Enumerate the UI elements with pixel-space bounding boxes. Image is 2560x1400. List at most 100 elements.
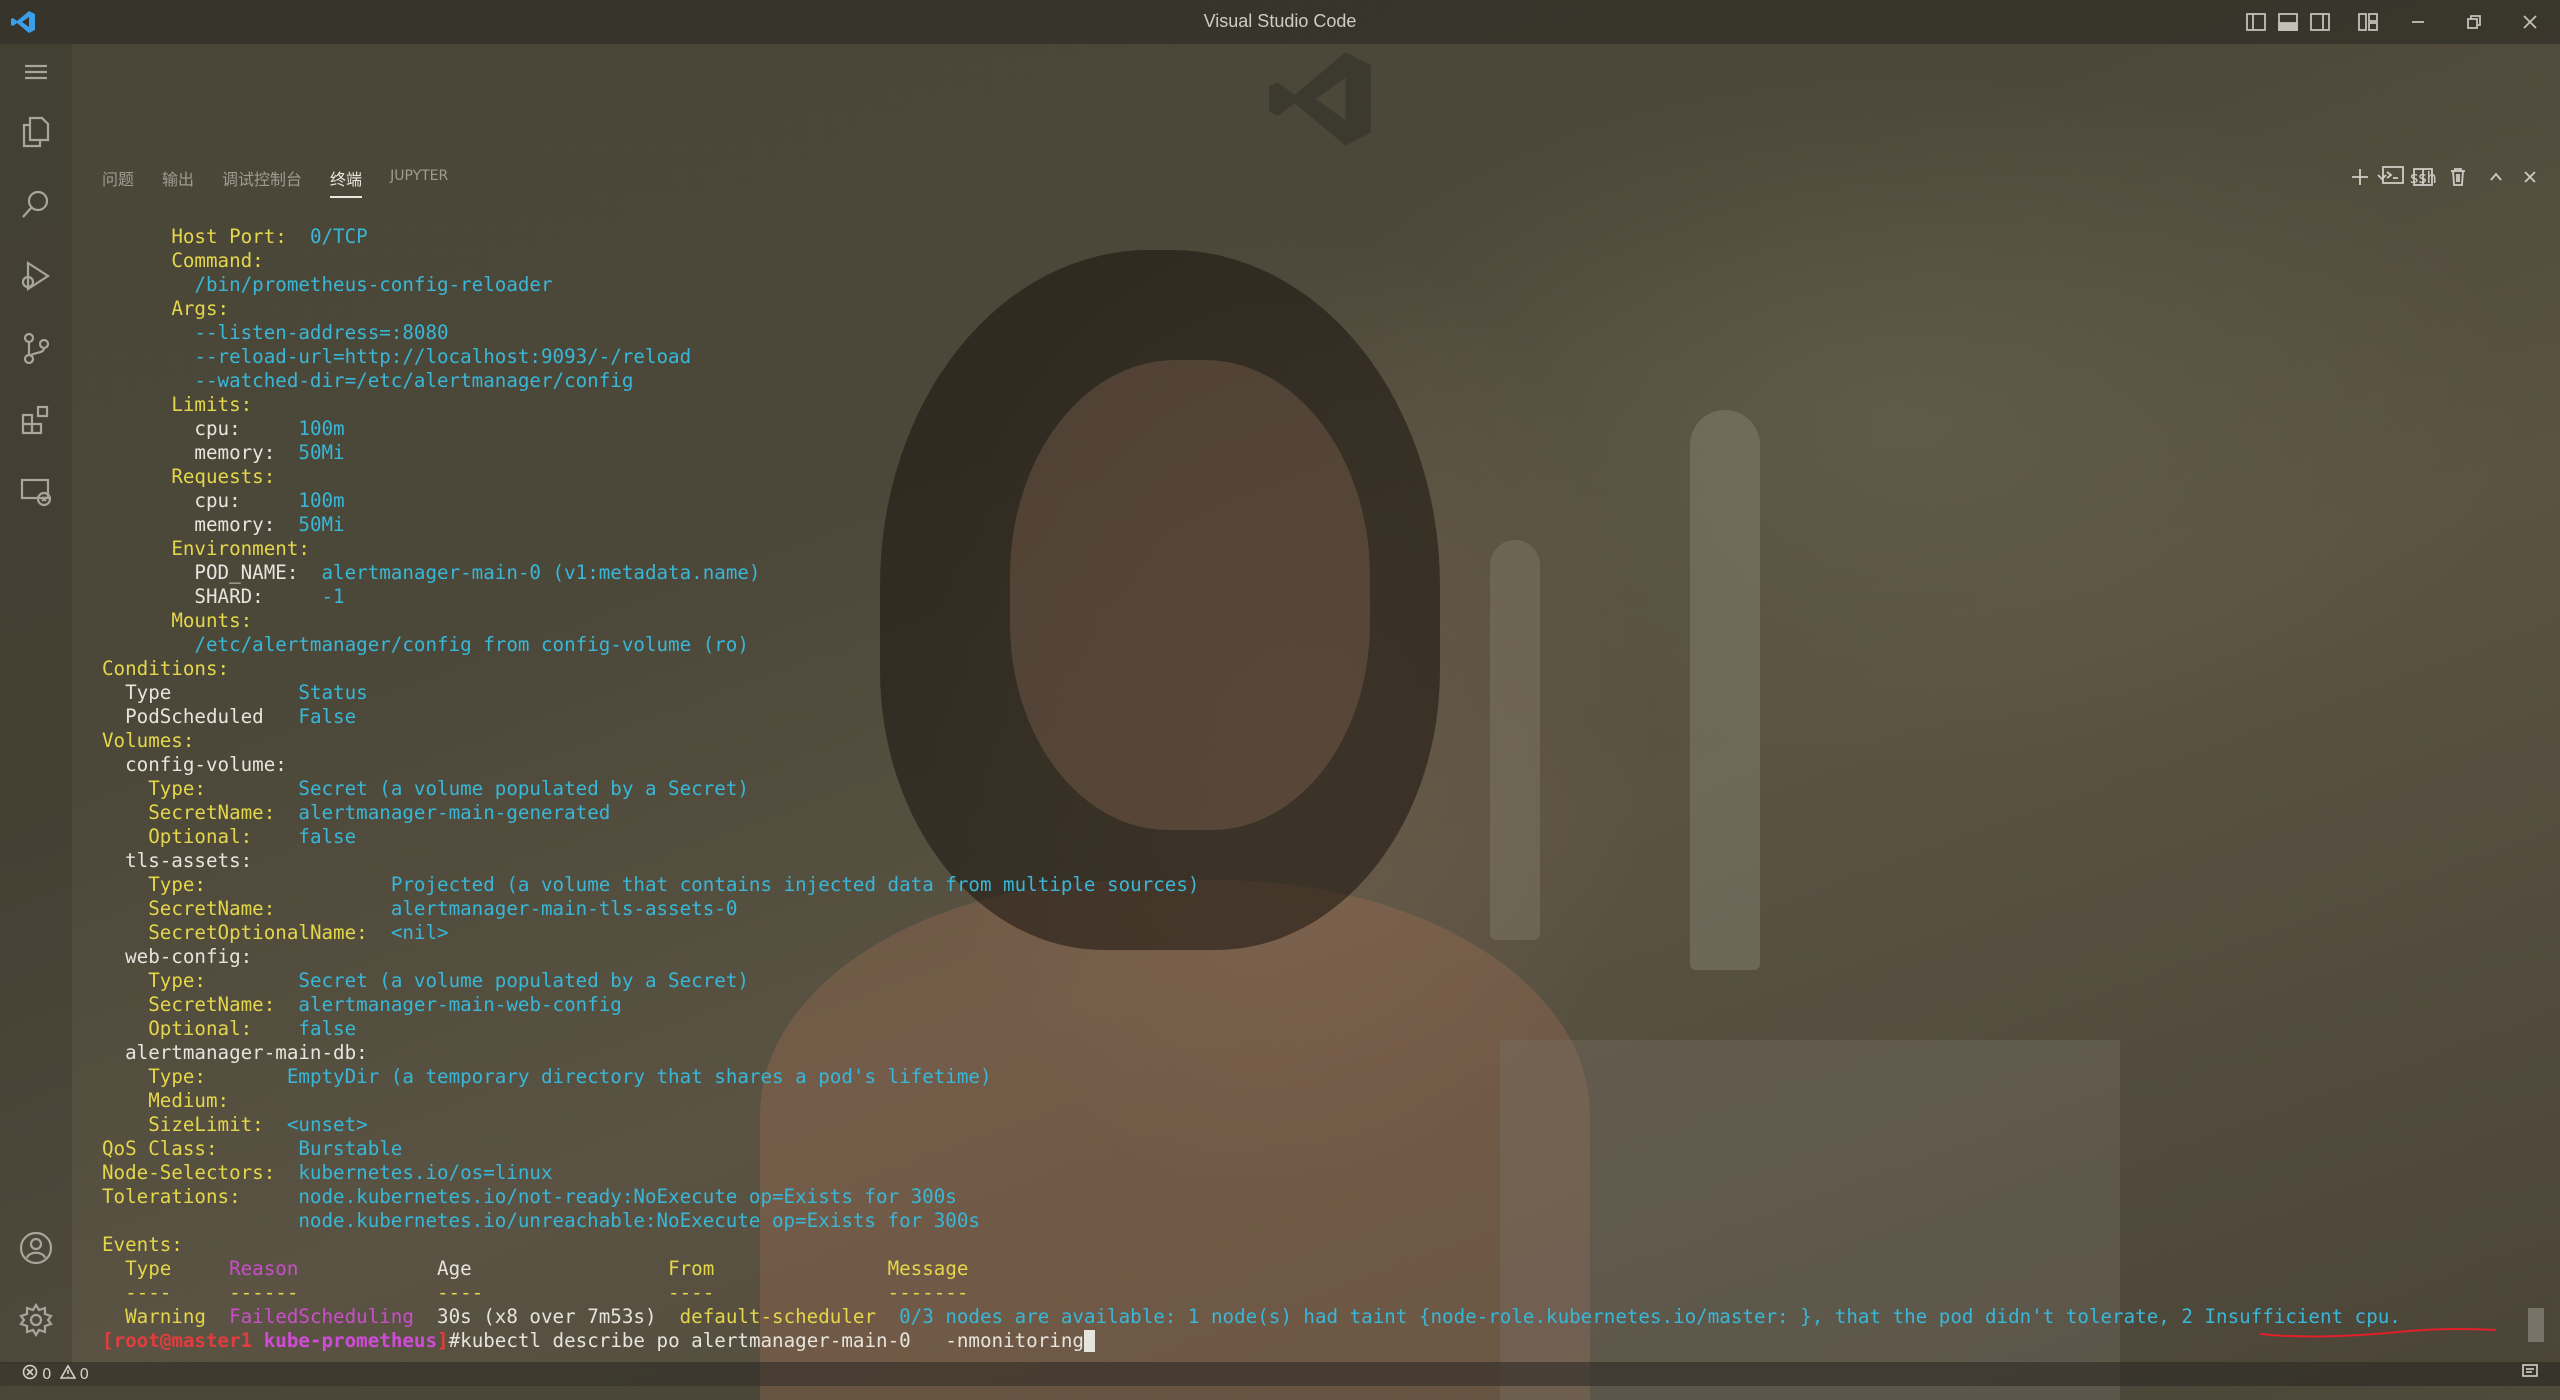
- terminal-text-segment: Projected (a volume that contains inject…: [205, 873, 1200, 896]
- close-panel-icon[interactable]: [2518, 162, 2542, 192]
- terminal-line: web-config:: [102, 945, 2502, 969]
- terminal-line: Optional: false: [102, 1017, 2502, 1041]
- terminal-line: cpu: 100m: [102, 417, 2502, 441]
- terminal-text-segment: 100m: [298, 417, 345, 440]
- terminal-line: memory: 50Mi: [102, 441, 2502, 465]
- terminal-line: Tolerations: node.kubernetes.io/not-read…: [102, 1185, 2502, 1209]
- toggle-primary-sidebar-icon[interactable]: [2244, 10, 2268, 34]
- source-control-icon[interactable]: [14, 326, 58, 370]
- terminal-line: --reload-url=http://localhost:9093/-/rel…: [102, 345, 2502, 369]
- terminal-text-segment: Mounts:: [171, 609, 253, 632]
- terminal-line: Type Reason Age From Message: [102, 1257, 2502, 1281]
- vscode-logo-icon[interactable]: [10, 9, 36, 35]
- red-annotation-underline: [2259, 1327, 2497, 1338]
- tab-problems[interactable]: 问题: [88, 158, 148, 198]
- terminal-line: SecretName: alertmanager-main-tls-assets…: [102, 897, 2502, 921]
- terminal-text-segment: config-volume:: [102, 753, 287, 776]
- terminal-line: SHARD: -1: [102, 585, 2502, 609]
- terminal-text-segment: EmptyDir (a temporary directory that sha…: [205, 1065, 992, 1088]
- terminal-text-segment: cpu:: [102, 489, 299, 512]
- terminal-text-segment: Type:: [148, 969, 206, 992]
- terminal-line: Node-Selectors: kubernetes.io/os=linux: [102, 1161, 2502, 1185]
- extensions-icon[interactable]: [14, 398, 58, 442]
- terminal-text-segment: SHARD:: [102, 585, 322, 608]
- remote-explorer-icon[interactable]: [14, 470, 58, 514]
- terminal-cursor: [1083, 1330, 1095, 1352]
- activity-bar: [0, 44, 72, 1364]
- terminal-line: Limits:: [102, 393, 2502, 417]
- terminal-text-segment: memory:: [102, 513, 299, 536]
- close-window-icon[interactable]: [2518, 10, 2542, 34]
- explorer-icon[interactable]: [14, 110, 58, 154]
- terminal-line: POD_NAME: alertmanager-main-0 (v1:metada…: [102, 561, 2502, 585]
- chevron-down-icon[interactable]: [2374, 162, 2390, 192]
- minimize-window-icon[interactable]: [2406, 10, 2430, 34]
- split-terminal-icon[interactable]: [2410, 162, 2436, 192]
- terminal-line: PodScheduled False: [102, 705, 2502, 729]
- terminal-line: node.kubernetes.io/unreachable:NoExecute…: [102, 1209, 2502, 1233]
- terminal-line: --listen-address=:8080: [102, 321, 2502, 345]
- terminal-text-segment: node.kubernetes.io/unreachable:NoExecute…: [102, 1209, 980, 1232]
- title-bar: Visual Studio Code: [0, 0, 2560, 44]
- status-bar: 0 0: [0, 1362, 2560, 1386]
- terminal-line: Type: Secret (a volume populated by a Se…: [102, 969, 2502, 993]
- terminal-line: QoS Class: Burstable: [102, 1137, 2502, 1161]
- settings-gear-icon[interactable]: [14, 1298, 58, 1342]
- terminal-line: Volumes:: [102, 729, 2502, 753]
- new-terminal-icon[interactable]: [2348, 162, 2372, 192]
- toggle-secondary-sidebar-icon[interactable]: [2308, 10, 2332, 34]
- tab-jupyter[interactable]: JUPYTER: [376, 158, 462, 198]
- terminal-output[interactable]: Host Port: 0/TCP Command: /bin/prometheu…: [102, 225, 2502, 1353]
- tab-terminal[interactable]: 终端: [316, 158, 376, 198]
- tab-output[interactable]: 输出: [148, 158, 208, 198]
- terminal-line: tls-assets:: [102, 849, 2502, 873]
- terminal-line: Conditions:: [102, 657, 2502, 681]
- menu-icon[interactable]: [14, 50, 58, 94]
- toggle-panel-icon[interactable]: [2276, 10, 2300, 34]
- terminal-text-segment: 0/TCP: [286, 225, 368, 248]
- terminal-text-segment: [: [102, 1329, 114, 1352]
- window-title: Visual Studio Code: [1203, 11, 1357, 31]
- warning-icon: [59, 1364, 76, 1384]
- terminal-line: config-volume:: [102, 753, 2502, 777]
- maximize-panel-icon[interactable]: [2484, 162, 2508, 192]
- terminal-text-segment: SecretName:: [148, 897, 276, 920]
- terminal-line: memory: 50Mi: [102, 513, 2502, 537]
- problems-status[interactable]: 0 0: [22, 1364, 89, 1384]
- terminal-text-segment: alertmanager-main-db:: [102, 1041, 368, 1064]
- error-icon: [22, 1364, 38, 1384]
- terminal-line: Optional: false: [102, 825, 2502, 849]
- customize-layout-icon[interactable]: [2356, 10, 2380, 34]
- restore-window-icon[interactable]: [2462, 10, 2486, 34]
- terminal-text-segment: Type: [102, 1257, 230, 1280]
- terminal-text-segment: web-config:: [102, 945, 253, 968]
- account-icon[interactable]: [14, 1226, 58, 1270]
- terminal-scrollbar[interactable]: [2528, 1308, 2544, 1342]
- terminal-text-segment: alertmanager-main-tls-assets-0: [275, 897, 738, 920]
- terminal-text-segment: Secret (a volume populated by a Secret): [205, 777, 749, 800]
- tab-debug-console[interactable]: 调试控制台: [208, 158, 316, 198]
- kill-terminal-icon[interactable]: [2446, 162, 2470, 192]
- search-icon[interactable]: [14, 182, 58, 226]
- terminal-text-segment: QoS Class:: [102, 1137, 218, 1160]
- terminal-text-segment: 100m: [298, 489, 345, 512]
- terminal-line: Type Status: [102, 681, 2502, 705]
- terminal-line: Type: Projected (a volume that contains …: [102, 873, 2502, 897]
- terminal-text-segment: Volumes:: [102, 729, 195, 752]
- terminal-line: SecretOptionalName: <nil>: [102, 921, 2502, 945]
- notifications-icon[interactable]: [2522, 1364, 2540, 1384]
- run-debug-icon[interactable]: [14, 254, 58, 298]
- terminal-line: alertmanager-main-db:: [102, 1041, 2502, 1065]
- terminal-text-segment: ---- ------ ---- ---- -------: [102, 1281, 969, 1304]
